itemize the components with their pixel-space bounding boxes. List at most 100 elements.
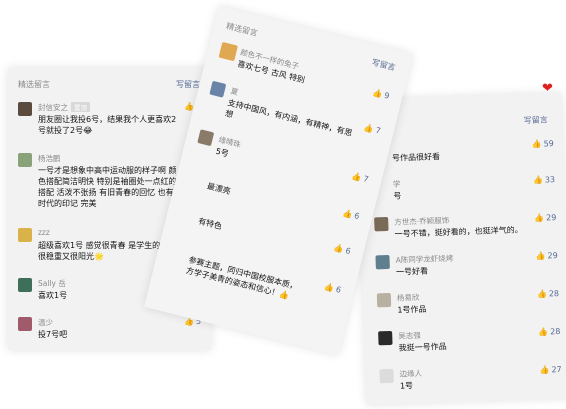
comment-text: 一号才是想象中高中运动服的样子啊 颜 — [38, 166, 177, 175]
commenter-name: 杨浩鹏 — [38, 154, 61, 163]
comment-item: 边缘人 1号 👍 27 — [379, 363, 562, 395]
comment-text: 我挺一号作品 — [398, 341, 447, 353]
like-count: 6 — [353, 211, 361, 222]
commenter-name: A陈同学龙虾烧烤 — [395, 253, 454, 265]
comment-text: 号 — [393, 191, 402, 201]
thumbs-up-icon: 👍 — [341, 208, 354, 220]
like-count: 28 — [550, 327, 561, 337]
thumbs-up-icon: 👍 — [539, 365, 550, 375]
comment-item: 学 号 👍 33 — [373, 173, 556, 205]
featured-comments-header: 精选留言 — [225, 21, 259, 38]
comment-item: 号作品很好看 👍 59 — [372, 137, 555, 167]
write-comment-link[interactable]: 写留言 — [176, 79, 200, 90]
like-count: 33 — [544, 175, 556, 185]
comment-text: 5号 — [214, 146, 230, 159]
featured-comments-header: 精选留言 — [18, 80, 50, 89]
thumbs-up-icon: 👍 — [362, 122, 375, 134]
avatar — [374, 216, 389, 232]
thumbs-up-icon: 👍 — [535, 251, 546, 261]
commenter-name: 学 — [392, 179, 401, 189]
commenter-name: 方世杰·乔颖服饰 — [394, 215, 450, 227]
comment-item: A陈同学龙虾烧烤 一号好看 👍 29 — [375, 249, 558, 281]
like-button[interactable]: 👍 33 — [533, 175, 555, 185]
comment-item: 封信安之置顶 朋友圈让我投6号，结果我个人更喜欢2 号就投了2号😂 👍3 — [18, 102, 203, 142]
like-button[interactable]: 👍 28 — [537, 289, 559, 299]
avatar — [18, 228, 32, 242]
like-count: 29 — [547, 251, 558, 261]
thumbs-up-icon: 👍 — [538, 327, 549, 337]
like-button[interactable]: 👍9 — [372, 88, 391, 101]
avatar — [209, 80, 227, 98]
comment-text: 1号作品 — [397, 304, 427, 315]
like-button[interactable]: 👍6 — [333, 243, 352, 256]
avatar — [379, 368, 394, 384]
comment-text: 投7号吧 — [38, 330, 68, 339]
comment-item: 方世杰·乔颖服饰 一号不错，挺好看的，也挺洋气的。 👍 29 — [374, 211, 557, 243]
comment-text: 有特色 — [197, 216, 223, 232]
comment-text: 支持中国风，有内涵，有精神，有思 — [226, 98, 354, 138]
heart-icon[interactable]: ❤ — [542, 82, 553, 95]
comment-text: 搭配 活泼不张扬 有旧青春的回忆 也有新 — [38, 188, 182, 197]
comment-text: 最漂亮 — [206, 181, 232, 197]
like-button[interactable]: 👍6 — [323, 282, 342, 295]
like-button[interactable]: 👍 59 — [531, 139, 553, 149]
comment-text: 1号 — [399, 381, 414, 391]
commenter-name: 夏 — [229, 86, 240, 98]
thumbs-up-icon: 👍 — [323, 281, 336, 294]
avatar — [197, 129, 215, 147]
commenter-name: 封信安之 — [38, 103, 68, 112]
like-count: 7 — [374, 125, 382, 136]
comment-text: 超级喜欢1号 感觉很青春 是学生的样子 — [38, 241, 177, 250]
avatar — [18, 278, 32, 292]
thumbs-up-icon: 👍 — [332, 243, 345, 255]
like-count: 27 — [551, 364, 562, 375]
like-button[interactable]: 👍6 — [342, 208, 361, 221]
comment-item: 温少 投7号吧 👍 5 — [18, 317, 203, 343]
like-count: 29 — [546, 213, 557, 223]
commenter-name: Sally 岳 — [38, 279, 66, 288]
avatar — [375, 254, 390, 270]
avatar — [18, 102, 32, 116]
like-button[interactable]: 👍 29 — [535, 251, 557, 261]
like-count: 7 — [362, 174, 370, 185]
comment-text: 时代的印记 完美 — [38, 199, 97, 208]
like-button[interactable]: 👍 27 — [539, 365, 561, 375]
commenter-name: 温少 — [38, 318, 53, 327]
like-button[interactable]: 👍7 — [363, 123, 382, 136]
commenter-name: 边缘人 — [399, 368, 423, 379]
like-count: 6 — [344, 246, 352, 256]
write-comment-link[interactable]: 写留言 — [524, 114, 548, 126]
like-count: 28 — [548, 289, 560, 299]
thumbs-up-icon: 👍 — [536, 289, 548, 299]
like-count: 9 — [383, 90, 391, 101]
avatar — [378, 330, 393, 346]
like-count: 59 — [543, 139, 554, 149]
comment-text: 号作品很好看 — [391, 152, 441, 163]
thumbs-up-icon: 👍 — [371, 87, 384, 100]
like-button[interactable]: 👍7 — [351, 171, 370, 184]
like-button[interactable]: 👍 29 — [534, 213, 556, 223]
comment-text: 朋友圈让我投6号，结果我个人更喜欢2 — [38, 115, 177, 124]
like-count: 6 — [334, 284, 342, 295]
comment-text: 号就投了2号😂 — [38, 126, 93, 135]
avatar — [218, 41, 238, 62]
comment-text: 喜欢1号 — [38, 291, 68, 300]
avatar — [376, 292, 392, 308]
thumbs-up-icon: 👍 — [531, 139, 542, 149]
avatar — [18, 153, 32, 167]
thumbs-up-icon: 👍 — [350, 171, 363, 183]
commenter-name: 吴志强 — [398, 330, 421, 341]
thumbs-up-icon: 👍 — [534, 213, 545, 223]
comment-text: 想 — [224, 108, 235, 120]
comment-text: 很稳重又很阳光🌟 — [38, 252, 104, 261]
write-comment-link[interactable]: 写留言 — [371, 57, 397, 73]
comment-item: 吴志强 我挺一号作品 👍 28 — [378, 325, 561, 357]
like-button[interactable]: 👍 28 — [538, 327, 560, 337]
comment-item: 杨易欣 1号作品 👍 28 — [376, 287, 560, 319]
comment-text: 一号好看 — [395, 266, 429, 277]
thumbs-up-icon: 👍 — [532, 175, 544, 185]
commenter-name: zzz — [38, 228, 50, 237]
avatar — [18, 317, 32, 331]
commenter-name: 杨易欣 — [396, 292, 420, 303]
pinned-badge: 置顶 — [71, 102, 90, 112]
